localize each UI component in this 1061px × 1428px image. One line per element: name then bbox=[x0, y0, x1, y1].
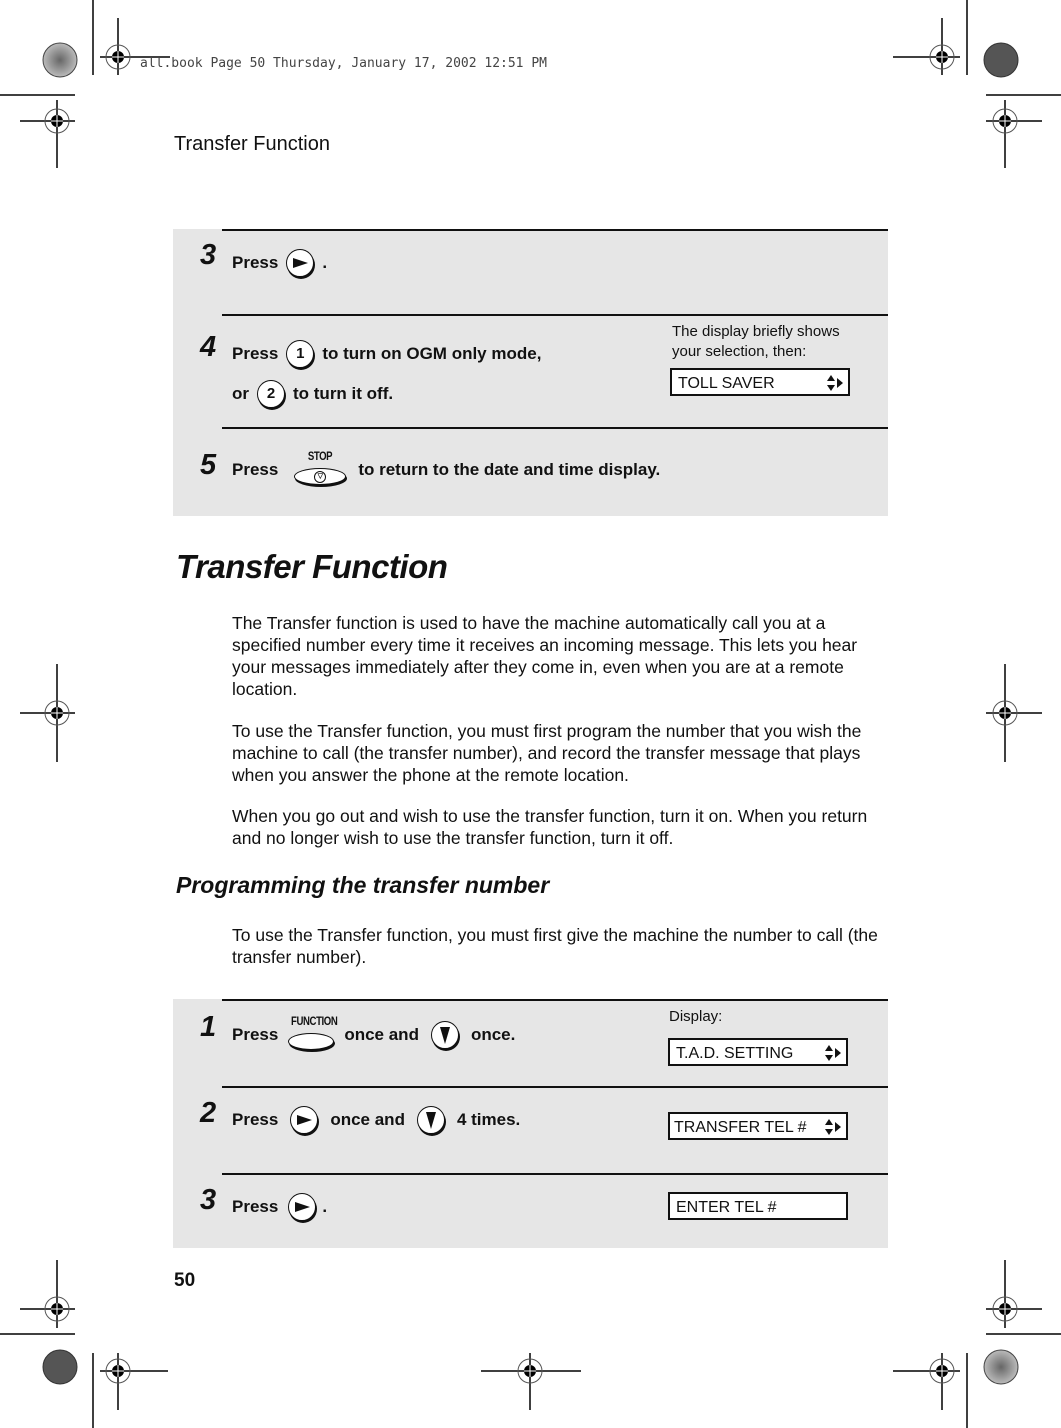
instruction-text: to return to the date and time display. bbox=[358, 460, 661, 479]
step-text: Press . bbox=[232, 249, 327, 277]
step-text: Press 1 to turn on OGM only mode, bbox=[232, 340, 541, 368]
right-arrow-key-icon bbox=[288, 1193, 317, 1221]
running-head: Transfer Function bbox=[174, 133, 330, 155]
stop-key-label: STOP bbox=[308, 449, 333, 463]
lcd-text: TOLL SAVER bbox=[678, 375, 775, 392]
subsection-title: Programming the transfer number bbox=[176, 872, 550, 898]
step-number: 2 bbox=[200, 1097, 217, 1129]
function-key-icon: FUNCTION bbox=[286, 1014, 338, 1050]
step-text: Press FUNCTION once and once. bbox=[232, 1014, 516, 1050]
press-label: Press bbox=[232, 344, 279, 363]
press-label: Press bbox=[232, 1110, 279, 1129]
press-label: Press bbox=[232, 460, 279, 479]
step-number: 1 bbox=[200, 1011, 217, 1043]
print-slug: all.book Page 50 Thursday, January 17, 2… bbox=[140, 56, 547, 71]
lcd-display: ENTER TEL # bbox=[668, 1192, 848, 1220]
step-text: Press . bbox=[232, 1193, 327, 1221]
section-title: Transfer Function bbox=[176, 548, 448, 585]
press-label: Press bbox=[232, 1025, 279, 1044]
lcd-text: ENTER TEL # bbox=[676, 1199, 777, 1216]
display-note: The display briefly shows your selection… bbox=[672, 323, 840, 360]
paragraph: To use the Transfer function, you must f… bbox=[232, 721, 862, 785]
punctuation: . bbox=[322, 253, 328, 272]
right-arrow-key-icon bbox=[286, 249, 315, 277]
paragraph: To use the Transfer function, you must f… bbox=[232, 925, 878, 967]
step-number: 5 bbox=[200, 449, 217, 481]
instruction-text: to turn on OGM only mode, bbox=[322, 344, 542, 363]
up-down-right-indicator-icon bbox=[825, 1119, 841, 1135]
step-text: or 2 to turn it off. bbox=[232, 380, 393, 408]
function-key-label: FUNCTION bbox=[291, 1014, 338, 1028]
punctuation: . bbox=[322, 1197, 328, 1216]
step-number: 4 bbox=[200, 331, 217, 363]
lcd-text: T.A.D. SETTING bbox=[676, 1045, 794, 1062]
stop-key-icon: STOP ▽ bbox=[292, 449, 348, 485]
paragraph: When you go out and wish to use the tran… bbox=[232, 806, 868, 848]
lcd-text: TRANSFER TEL # bbox=[674, 1119, 807, 1136]
step-number: 3 bbox=[200, 1184, 217, 1216]
right-arrow-key-icon bbox=[290, 1106, 319, 1134]
lcd-display: T.A.D. SETTING bbox=[668, 1038, 848, 1066]
lcd-display: TRANSFER TEL # bbox=[668, 1112, 848, 1140]
page-number: 50 bbox=[174, 1270, 196, 1291]
bottom-steps-panel: 1 Press FUNCTION once and once. Display:… bbox=[173, 999, 888, 1248]
step-number: 3 bbox=[200, 239, 217, 271]
instruction-text: once. bbox=[470, 1025, 516, 1044]
instruction-text: 4 times. bbox=[456, 1110, 521, 1129]
down-arrow-key-icon bbox=[416, 1106, 445, 1134]
step-text: Press STOP ▽ to return to the date and t… bbox=[232, 449, 661, 485]
press-label: Press bbox=[232, 253, 279, 272]
paragraph: The Transfer function is used to have th… bbox=[232, 613, 858, 699]
display-label: Display: bbox=[669, 1008, 723, 1025]
down-arrow-key-icon bbox=[430, 1021, 459, 1049]
key-1-icon: 1 bbox=[286, 340, 315, 368]
up-down-right-indicator-icon bbox=[827, 375, 843, 391]
step-text: Press once and 4 times. bbox=[232, 1106, 520, 1134]
or-label: or bbox=[232, 384, 249, 403]
lcd-display: TOLL SAVER bbox=[670, 368, 850, 396]
top-steps-panel: 3 Press . 4 Press 1 to turn on OGM only … bbox=[173, 229, 888, 516]
instruction-text: to turn it off. bbox=[293, 384, 394, 403]
press-label: Press bbox=[232, 1197, 279, 1216]
instruction-text: once and bbox=[344, 1025, 419, 1044]
up-down-right-indicator-icon bbox=[825, 1045, 841, 1061]
key-2-icon: 2 bbox=[257, 380, 285, 408]
instruction-text: once and bbox=[330, 1110, 405, 1129]
